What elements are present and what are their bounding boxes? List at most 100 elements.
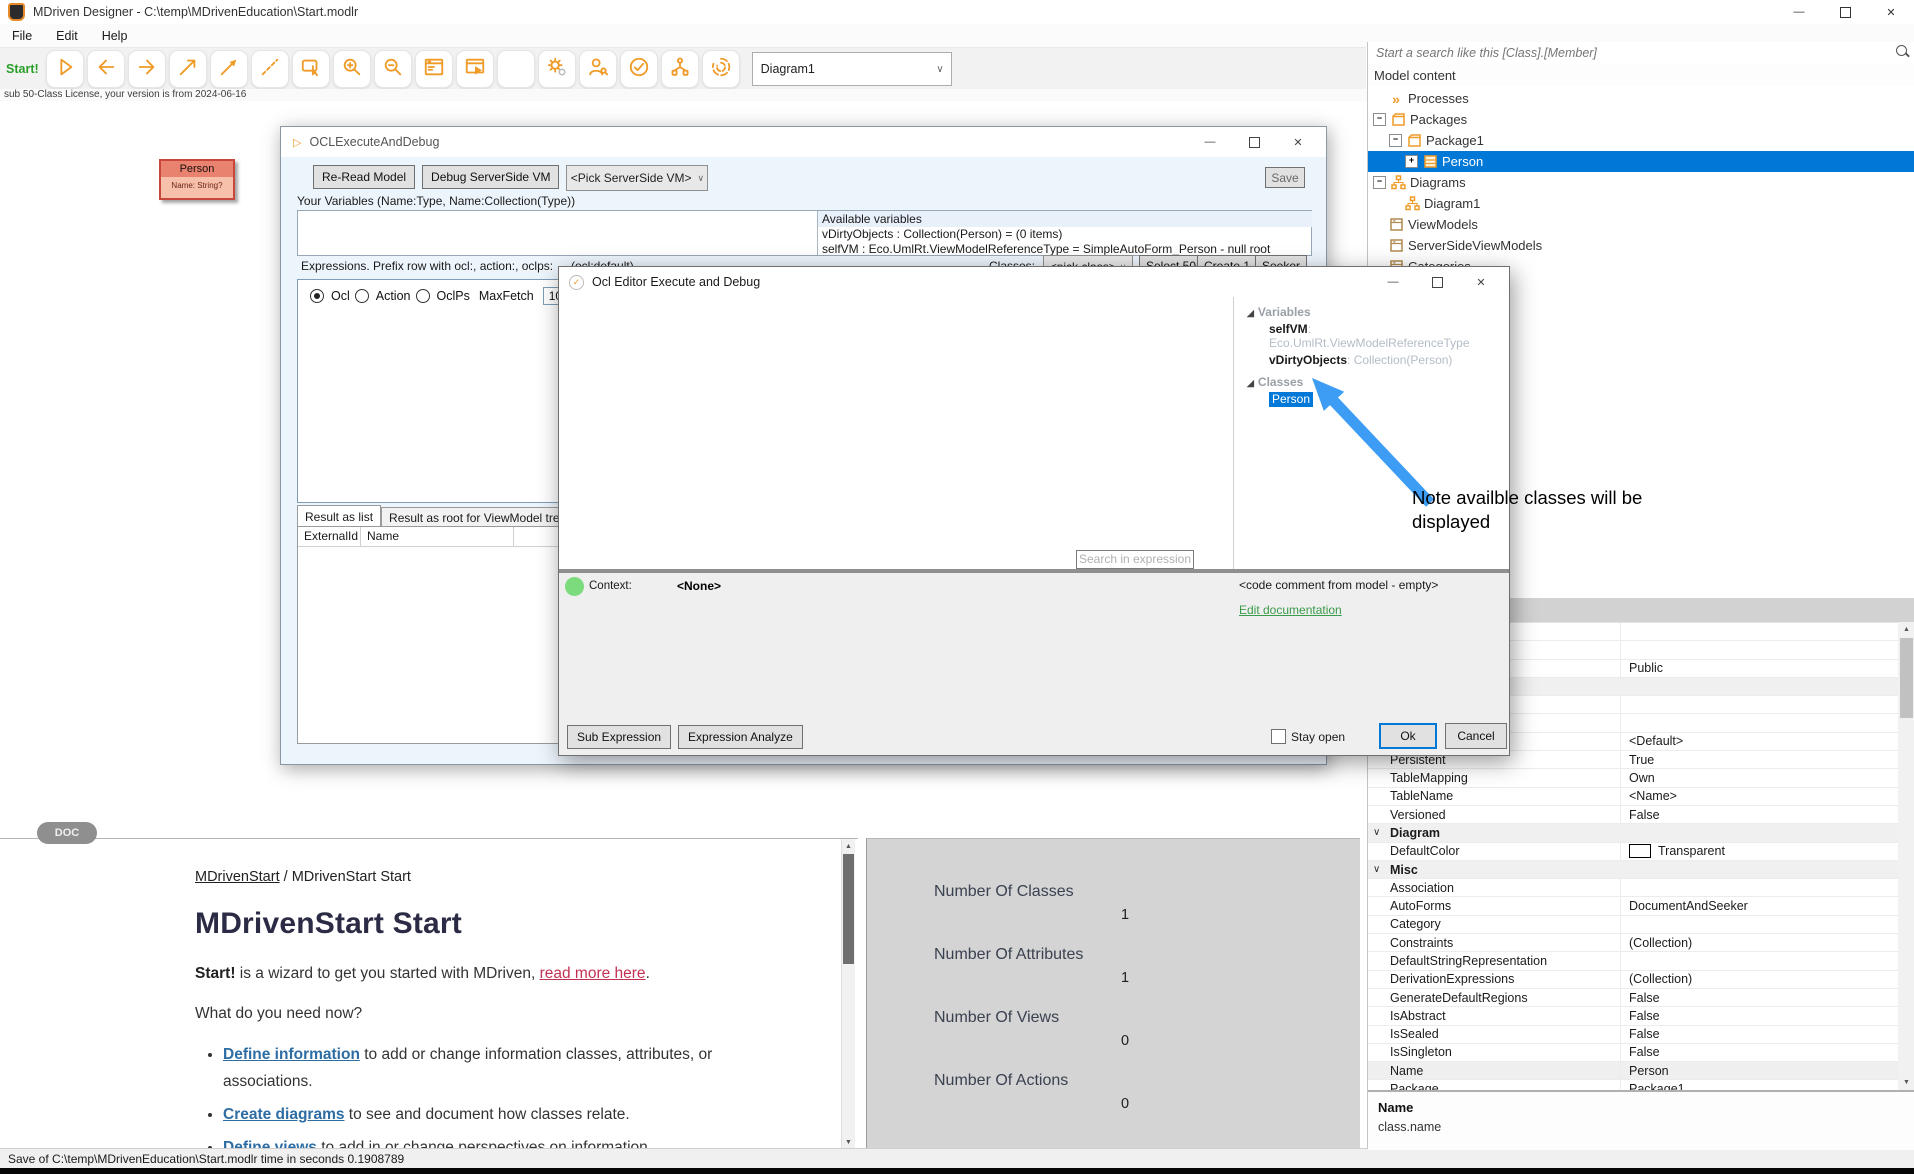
- cancel-button[interactable]: Cancel: [1445, 723, 1507, 749]
- scroll-down-icon[interactable]: ▼: [1898, 1075, 1914, 1090]
- scroll-up-icon[interactable]: ▲: [1898, 622, 1914, 637]
- column-header-externalid[interactable]: ExternalId: [298, 527, 361, 546]
- toolbar-validate-check-button[interactable]: [620, 50, 658, 88]
- property-row[interactable]: GenerateDefaultRegionsFalse: [1368, 989, 1898, 1007]
- scroll-down-icon[interactable]: ▼: [842, 1135, 855, 1149]
- stay-open-checkbox[interactable]: [1271, 729, 1286, 744]
- sidebar-item-packages[interactable]: −Packages: [1368, 109, 1914, 130]
- scroll-up-icon[interactable]: ▲: [842, 839, 855, 853]
- doc-tab[interactable]: DOC: [37, 822, 97, 844]
- scroll-thumb[interactable]: [843, 854, 854, 964]
- property-section-misc[interactable]: ∨Misc: [1368, 861, 1898, 879]
- sidebar-item-serversideviewmodels[interactable]: ServerSideViewModels: [1368, 235, 1914, 256]
- save-button[interactable]: Save: [1265, 167, 1305, 188]
- maximize-icon[interactable]: [1822, 0, 1868, 24]
- radio-ocl[interactable]: [310, 289, 324, 303]
- menu-item-edit[interactable]: Edit: [44, 29, 90, 43]
- column-header-name[interactable]: Name: [361, 527, 514, 546]
- variables-group[interactable]: ◢Variables: [1247, 305, 1507, 319]
- property-row[interactable]: DefaultColorTransparent: [1368, 843, 1898, 861]
- chevron-down-icon[interactable]: ∨: [1373, 864, 1380, 875]
- property-row[interactable]: TableName<Name>: [1368, 788, 1898, 806]
- toolbar-play-button[interactable]: [46, 50, 84, 88]
- radio-action[interactable]: [355, 289, 369, 303]
- pick-serverside-vm-combo[interactable]: <Pick ServerSide VM> ∨: [566, 165, 708, 191]
- sidebar-item-package1[interactable]: −Package1: [1368, 130, 1914, 151]
- toolbar-spiral-button[interactable]: [702, 50, 740, 88]
- minimize-icon[interactable]: —: [1776, 0, 1822, 24]
- search-icon[interactable]: [1896, 45, 1907, 56]
- toolbar-settings-gears-button[interactable]: [538, 50, 576, 88]
- menu-item-help[interactable]: Help: [90, 29, 140, 43]
- tab-result-as-root[interactable]: Result as root for ViewModel tree: [381, 507, 574, 528]
- property-row[interactable]: IsSealedFalse: [1368, 1026, 1898, 1044]
- property-row[interactable]: DerivationExpressions(Collection): [1368, 971, 1898, 989]
- property-row[interactable]: IsSingletonFalse: [1368, 1044, 1898, 1062]
- expander-icon[interactable]: −: [1389, 134, 1402, 147]
- sub-expression-button[interactable]: Sub Expression: [567, 725, 671, 749]
- properties-scrollbar[interactable]: ▲ ▼: [1898, 622, 1914, 1090]
- variable-item-selfvm[interactable]: selfVM: Eco.UmlRt.ViewModelReferenceType: [1269, 322, 1507, 350]
- property-row[interactable]: NamePerson: [1368, 1062, 1898, 1080]
- color-swatch[interactable]: [1629, 844, 1651, 858]
- minimize-icon[interactable]: —: [1188, 127, 1232, 157]
- property-row[interactable]: TableMappingOwn: [1368, 769, 1898, 787]
- property-row[interactable]: AutoFormsDocumentAndSeeker: [1368, 897, 1898, 915]
- toolbar-select-tool-button[interactable]: [292, 50, 330, 88]
- sidebar-item-diagram1[interactable]: Diagram1: [1368, 193, 1914, 214]
- start-label[interactable]: Start!: [6, 62, 39, 76]
- toolbar-dashed-line-button[interactable]: [251, 50, 289, 88]
- scroll-thumb[interactable]: [1900, 638, 1913, 718]
- sidebar-item-person[interactable]: +Person: [1368, 151, 1914, 172]
- property-section-diagram[interactable]: ∨Diagram: [1368, 824, 1898, 842]
- variable-item-vdirtyobjects[interactable]: vDirtyObjects: Collection(Person): [1269, 353, 1507, 367]
- chevron-down-icon[interactable]: ∨: [1373, 827, 1380, 838]
- property-row[interactable]: Constraints(Collection): [1368, 934, 1898, 952]
- property-row[interactable]: Association: [1368, 879, 1898, 897]
- toolbar-hierarchy-button[interactable]: [661, 50, 699, 88]
- debug-serverside-vm-button[interactable]: Debug ServerSide VM: [422, 165, 559, 189]
- radio-oclps[interactable]: [416, 289, 430, 303]
- expander-icon[interactable]: −: [1373, 176, 1386, 189]
- read-more-link[interactable]: read more here: [540, 965, 646, 982]
- search-input[interactable]: [1374, 43, 1898, 63]
- doc-bullet-link[interactable]: Define information: [223, 1046, 360, 1063]
- toolbar-association-button[interactable]: [169, 50, 207, 88]
- sidebar-item-viewmodels[interactable]: ViewModels: [1368, 214, 1914, 235]
- toolbar-person-key-button[interactable]: [579, 50, 617, 88]
- property-row[interactable]: Category: [1368, 916, 1898, 934]
- property-row[interactable]: IsAbstractFalse: [1368, 1007, 1898, 1025]
- doc-scrollbar[interactable]: ▲ ▼: [841, 839, 855, 1149]
- search-in-expression-input[interactable]: Search in expression: [1076, 550, 1194, 569]
- toolbar-color-wheel-button[interactable]: [497, 50, 535, 88]
- expander-icon[interactable]: −: [1373, 113, 1386, 126]
- toolbar-association-arrow-button[interactable]: [210, 50, 248, 88]
- property-row[interactable]: VersionedFalse: [1368, 806, 1898, 824]
- property-row[interactable]: DefaultStringRepresentation: [1368, 952, 1898, 970]
- close-icon[interactable]: ✕: [1868, 0, 1914, 24]
- expression-analyze-button[interactable]: Expression Analyze: [678, 725, 803, 749]
- tab-result-as-list[interactable]: Result as list: [297, 505, 381, 528]
- maximize-icon[interactable]: [1232, 127, 1276, 157]
- toolbar-viewmodel-run-button[interactable]: [456, 50, 494, 88]
- sidebar-item-processes[interactable]: »Processes: [1368, 88, 1914, 109]
- close-icon[interactable]: ✕: [1276, 127, 1320, 157]
- person-class-box[interactable]: Person Name: String?: [159, 159, 235, 200]
- reread-model-button[interactable]: Re-Read Model: [313, 165, 415, 189]
- toolbar-nav-back-button[interactable]: [87, 50, 125, 88]
- diagram-selector[interactable]: Diagram1 ∨: [752, 52, 952, 86]
- expander-icon[interactable]: +: [1405, 155, 1418, 168]
- toolbar-zoom-in-button[interactable]: [333, 50, 371, 88]
- sidebar-item-diagrams[interactable]: −Diagrams: [1368, 172, 1914, 193]
- toolbar-nav-forward-button[interactable]: [128, 50, 166, 88]
- ok-button[interactable]: Ok: [1379, 723, 1437, 749]
- edit-documentation-link[interactable]: Edit documentation: [1239, 603, 1342, 617]
- maximize-icon[interactable]: [1415, 267, 1459, 297]
- minimize-icon[interactable]: —: [1371, 267, 1415, 297]
- splitter[interactable]: [1233, 297, 1234, 569]
- variables-editor[interactable]: Available variables vDirtyObjects : Coll…: [297, 210, 1312, 256]
- toolbar-viewmodel-window-button[interactable]: [415, 50, 453, 88]
- doc-bullet-link[interactable]: Create diagrams: [223, 1106, 344, 1123]
- menu-item-file[interactable]: File: [0, 29, 44, 43]
- toolbar-zoom-out-button[interactable]: [374, 50, 412, 88]
